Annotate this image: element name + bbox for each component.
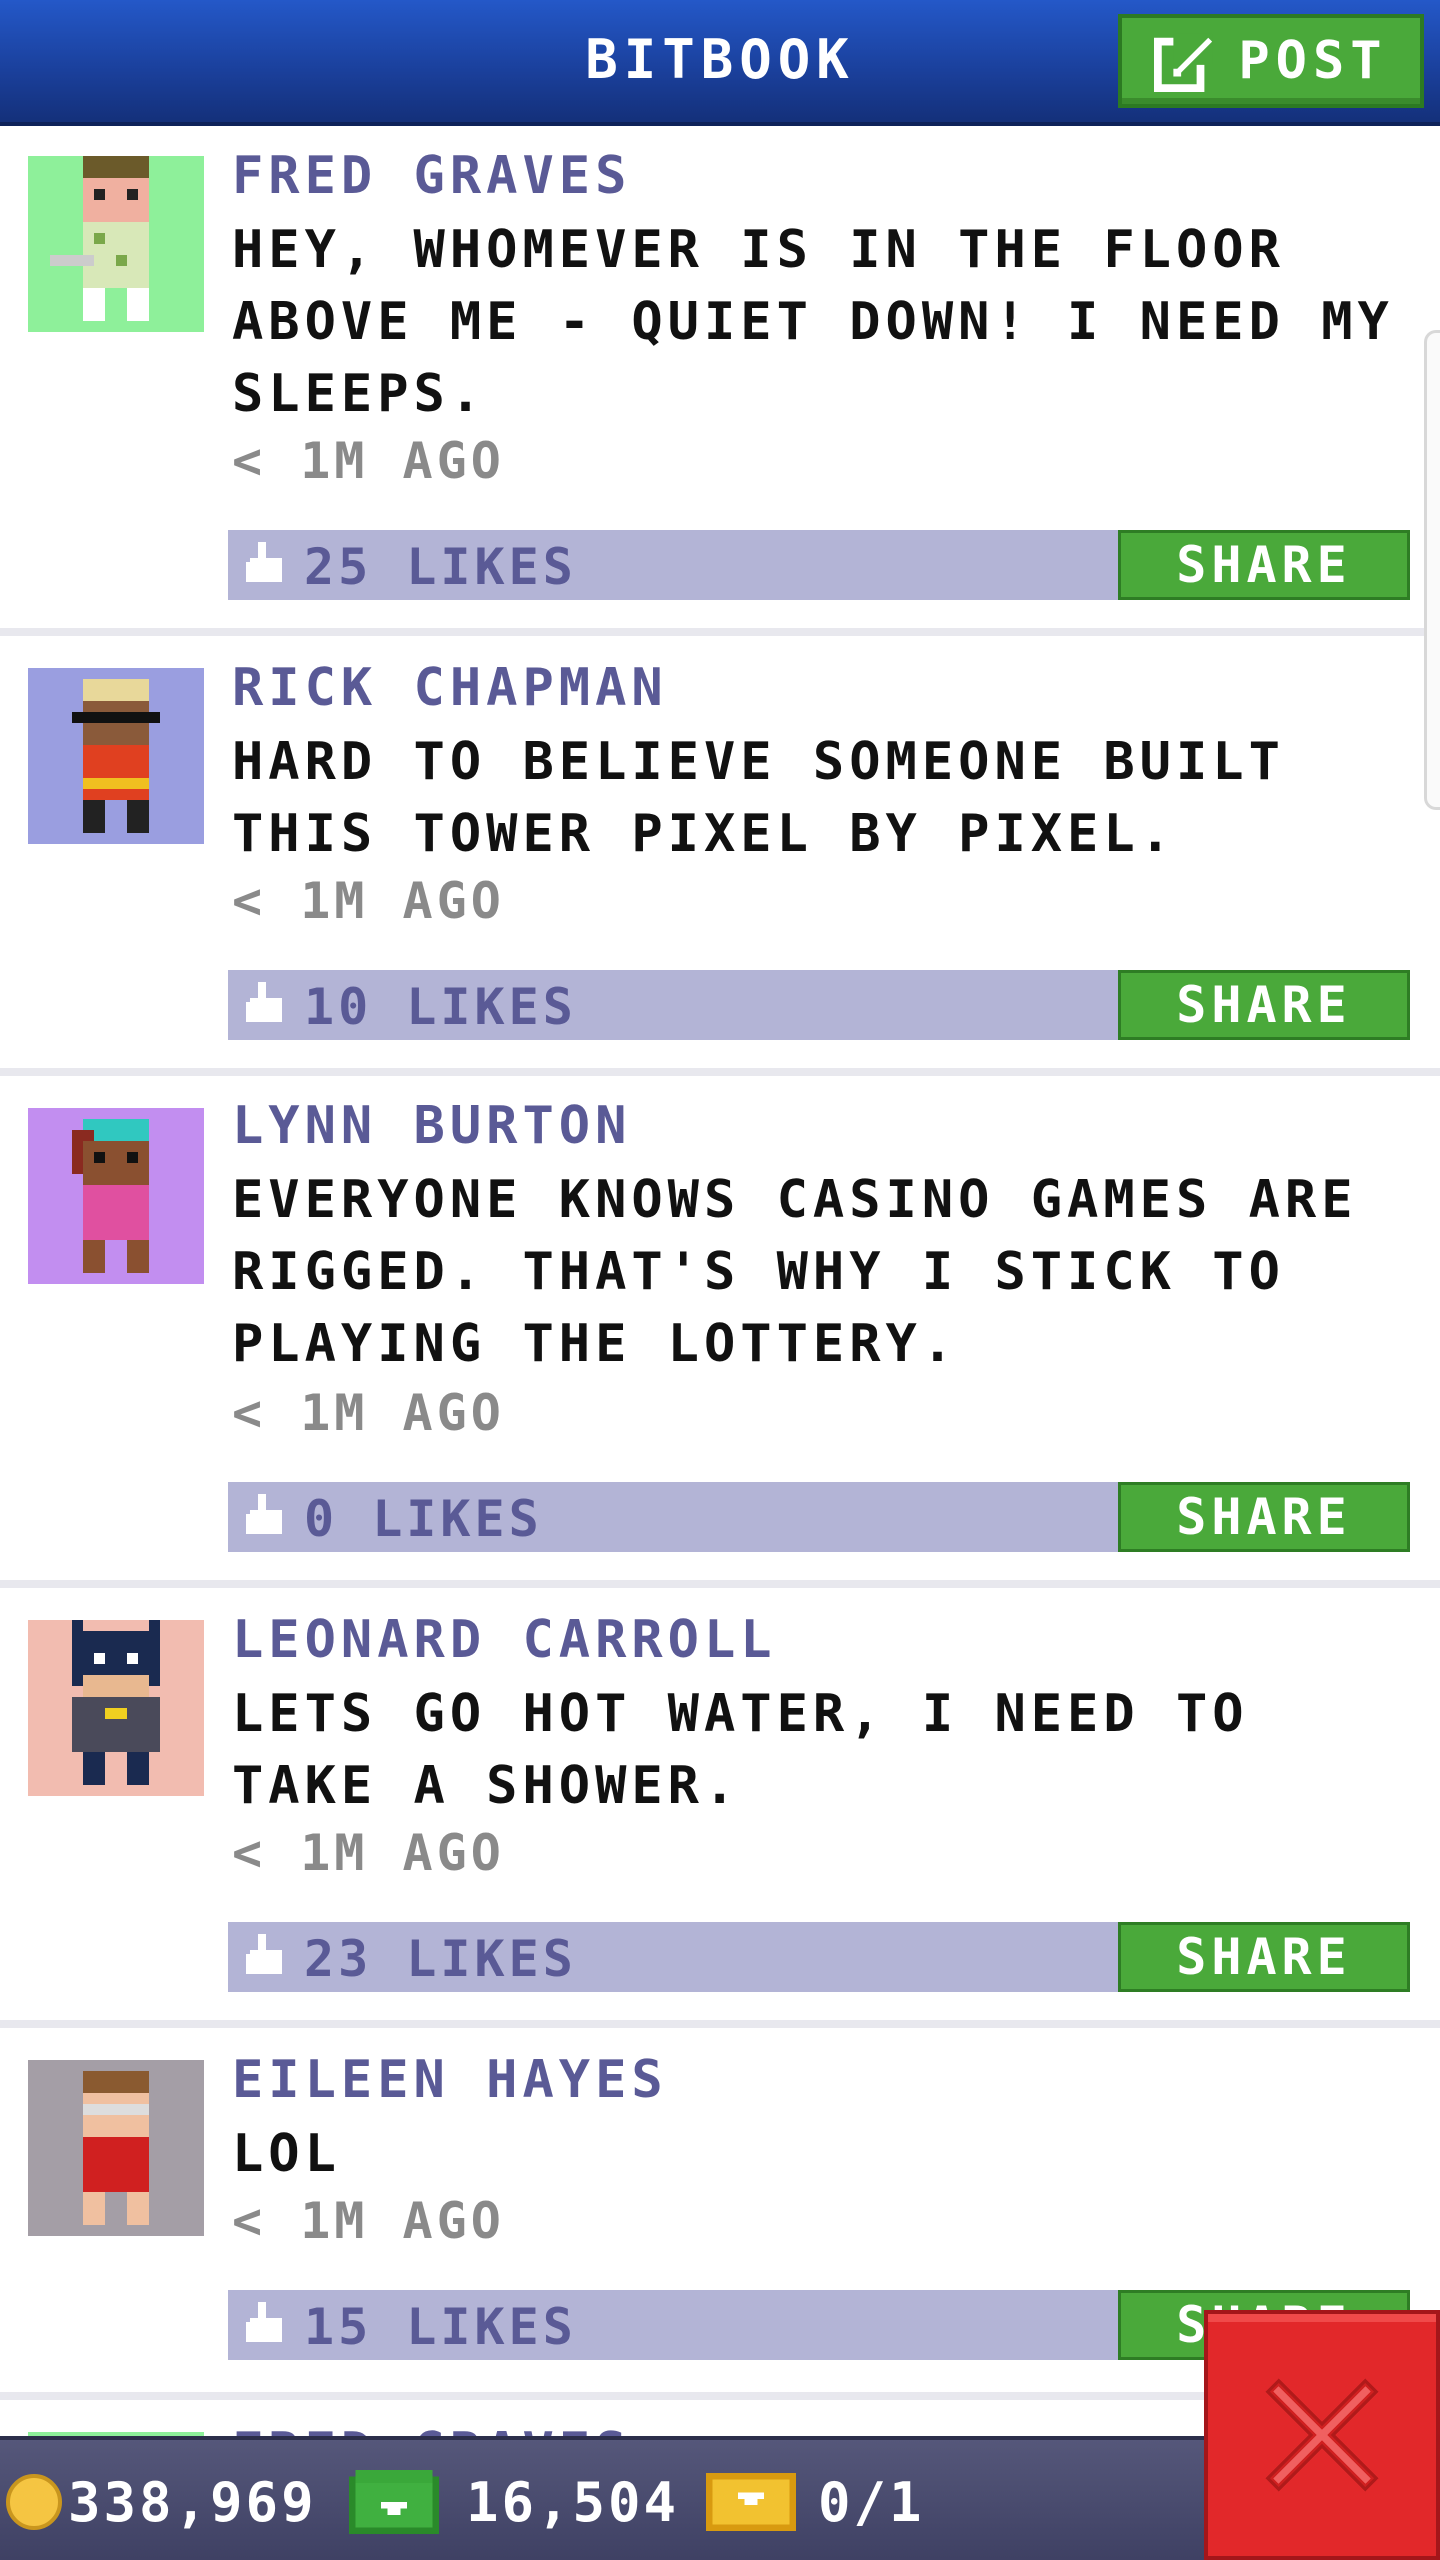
post-divider xyxy=(0,628,1440,636)
post-message: EVERYONE KNOWS CASINO GAMES ARE RIGGED. … xyxy=(232,1170,1358,1374)
post-time: < 1M AGO xyxy=(232,872,505,930)
tickets-stat: 0/1 xyxy=(706,2440,925,2560)
bitbook-screen: BITBOOK POST FRED GRAVES HEY, WHOMEVER I… xyxy=(0,0,1440,2560)
coin-icon xyxy=(6,2474,62,2530)
share-button[interactable]: SHARE xyxy=(1118,970,1410,1040)
likes-bar: 23 LIKES SHARE xyxy=(228,1922,1410,1992)
post-author[interactable]: LEONARD CARROLL xyxy=(232,1610,777,1670)
thumbs-up-icon[interactable] xyxy=(246,982,286,1026)
likes-bar: 0 LIKES SHARE xyxy=(228,1482,1410,1552)
post-author[interactable]: FRED GRAVES xyxy=(232,146,631,206)
post-message: LETS GO HOT WATER, I NEED TO TAKE A SHOW… xyxy=(232,1684,1249,1816)
likes-count: 10 LIKES xyxy=(304,978,577,1036)
post-author[interactable]: FRED GRAVES xyxy=(232,2422,631,2436)
post-message: HARD TO BELIEVE SOMEONE BUILT THIS TOWER… xyxy=(232,732,1285,864)
edit-icon xyxy=(1154,33,1213,92)
ticket-icon xyxy=(706,2473,796,2531)
thumbs-up-icon[interactable] xyxy=(246,2302,286,2346)
feed-post: FRED GRAVES HEY, WHOMEVER IS IN THE FLOO… xyxy=(0,126,1440,636)
avatar[interactable] xyxy=(28,2060,204,2236)
avatar[interactable] xyxy=(28,156,204,332)
avatar[interactable] xyxy=(28,1620,204,1796)
post-author[interactable]: EILEEN HAYES xyxy=(232,2050,668,2110)
avatar[interactable] xyxy=(28,1108,204,1284)
feed-post: LYNN BURTON EVERYONE KNOWS CASINO GAMES … xyxy=(0,1076,1440,1588)
post-author[interactable]: LYNN BURTON xyxy=(232,1096,631,1156)
thumbs-up-icon[interactable] xyxy=(246,542,286,586)
close-button[interactable] xyxy=(1204,2310,1440,2560)
share-button[interactable]: SHARE xyxy=(1118,530,1410,600)
thumbs-up-icon[interactable] xyxy=(246,1494,286,1538)
likes-count: 23 LIKES xyxy=(304,1930,577,1988)
post-message: HEY, WHOMEVER IS IN THE FLOOR ABOVE ME -… xyxy=(232,220,1394,424)
coins-value: 338,969 xyxy=(68,2470,317,2534)
tickets-value: 0/1 xyxy=(818,2470,925,2534)
likes-count: 0 LIKES xyxy=(304,1490,543,1548)
post-divider xyxy=(0,2020,1440,2028)
feed-post: LEONARD CARROLL LETS GO HOT WATER, I NEE… xyxy=(0,1588,1440,2028)
feed-list[interactable]: FRED GRAVES HEY, WHOMEVER IS IN THE FLOO… xyxy=(0,126,1440,2436)
post-time: < 1M AGO xyxy=(232,1824,505,1882)
thumbs-up-icon[interactable] xyxy=(246,1934,286,1978)
post-author[interactable]: RICK CHAPMAN xyxy=(232,658,668,718)
likes-count: 25 LIKES xyxy=(304,538,577,596)
coins-stat: 338,969 xyxy=(6,2440,317,2560)
post-divider xyxy=(0,1580,1440,1588)
likes-count: 15 LIKES xyxy=(304,2298,577,2356)
share-button[interactable]: SHARE xyxy=(1118,1482,1410,1552)
post-button-label: POST xyxy=(1238,31,1388,91)
bux-stat: 16,504 xyxy=(348,2440,679,2560)
post-time: < 1M AGO xyxy=(232,2192,505,2250)
bux-value: 16,504 xyxy=(466,2470,680,2534)
likes-bar: 10 LIKES SHARE xyxy=(228,970,1410,1040)
share-button[interactable]: SHARE xyxy=(1118,1922,1410,1992)
scroll-handle[interactable] xyxy=(1424,330,1440,810)
likes-bar: 25 LIKES SHARE xyxy=(228,530,1410,600)
feed-post: RICK CHAPMAN HARD TO BELIEVE SOMEONE BUI… xyxy=(0,636,1440,1076)
header-bar: BITBOOK POST xyxy=(0,0,1440,126)
close-icon xyxy=(1265,2378,1379,2492)
post-button[interactable]: POST xyxy=(1118,14,1424,108)
post-time: < 1M AGO xyxy=(232,1384,505,1442)
post-divider xyxy=(0,1068,1440,1076)
post-message: LOL xyxy=(232,2124,341,2184)
avatar[interactable] xyxy=(28,668,204,844)
post-time: < 1M AGO xyxy=(232,432,505,490)
bux-icon xyxy=(349,2470,439,2534)
